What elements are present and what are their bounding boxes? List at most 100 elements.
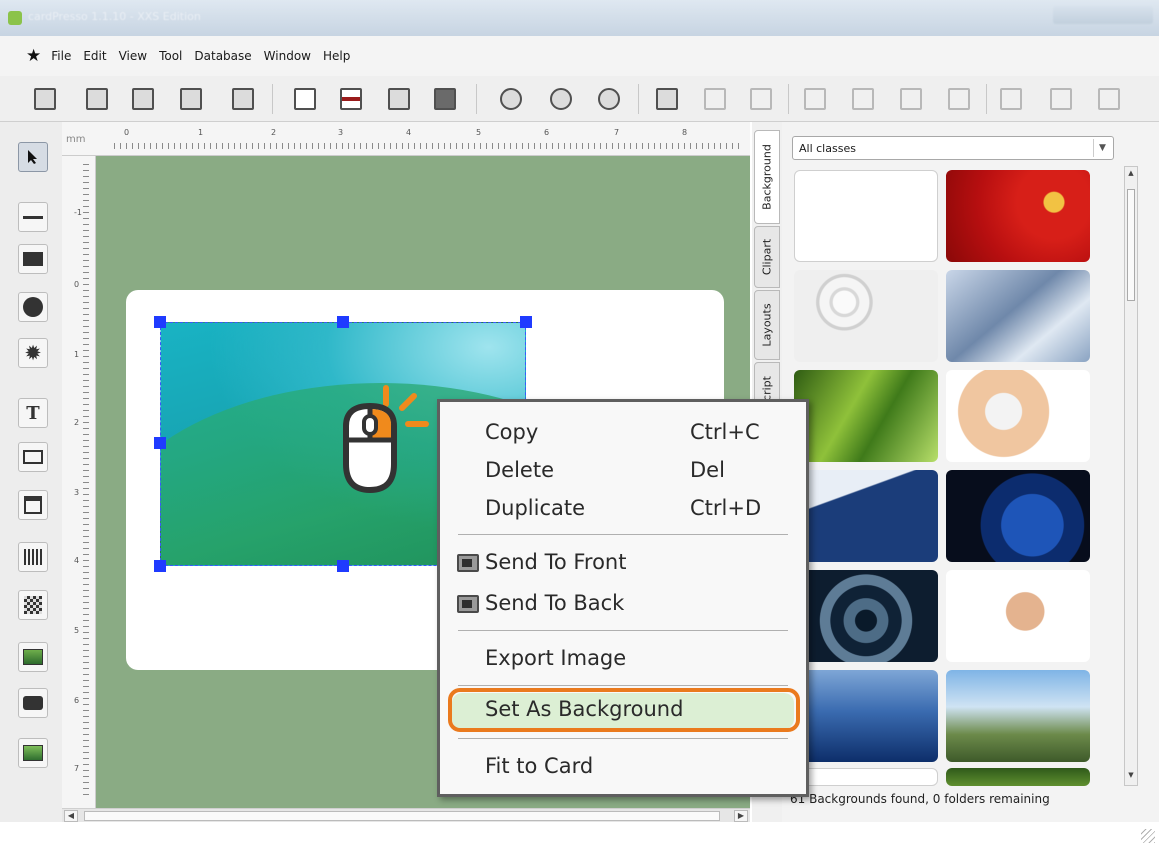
window-title: cardPresso 1.1.10 - XXS Edition: [28, 10, 201, 23]
selection-handle[interactable]: [154, 437, 166, 449]
calendar-tool-icon[interactable]: [18, 490, 48, 520]
menu-item-send-to-back[interactable]: Send To Back: [452, 587, 794, 623]
record-icon[interactable]: [746, 84, 776, 114]
background-thumbnail[interactable]: [794, 670, 938, 762]
scroll-thumb[interactable]: [84, 811, 720, 821]
class-filter-select[interactable]: All classes ▼: [792, 136, 1114, 160]
ruler-label: 7: [614, 128, 620, 137]
save-icon[interactable]: [128, 84, 158, 114]
zoom-out-icon[interactable]: [546, 84, 576, 114]
next-record-icon[interactable]: [896, 84, 926, 114]
background-thumbnail[interactable]: [946, 670, 1090, 762]
scroll-thumb[interactable]: [1127, 189, 1135, 301]
selection-handle[interactable]: [520, 316, 532, 328]
card-back-icon[interactable]: [336, 84, 366, 114]
field-tool-icon[interactable]: [18, 442, 48, 472]
encode-icon[interactable]: [430, 84, 460, 114]
scroll-right-icon[interactable]: ▶: [734, 810, 748, 822]
tab-label: Layouts: [760, 303, 774, 347]
menu-item-duplicate[interactable]: Duplicate Ctrl+D: [452, 492, 794, 528]
delete-record-icon[interactable]: [1094, 84, 1124, 114]
rectangle-tool-icon[interactable]: [18, 244, 48, 274]
thumbnails-scrollbar[interactable]: ▲ ▼: [1124, 166, 1138, 786]
horizontal-scrollbar[interactable]: ◀ ▶: [62, 808, 750, 822]
background-thumbnail[interactable]: [794, 768, 938, 786]
star-tool-icon[interactable]: ✹: [18, 338, 48, 368]
menu-item-fit-to-card[interactable]: Fit to Card: [452, 750, 794, 786]
chevron-down-icon[interactable]: ▼: [1093, 139, 1111, 157]
camera-tool-icon[interactable]: [18, 688, 48, 718]
tab-background[interactable]: Background: [754, 130, 780, 224]
background-thumbnail[interactable]: [794, 170, 938, 262]
text-tool-icon[interactable]: T: [18, 398, 48, 428]
ruler-label: 0: [124, 128, 130, 137]
window-controls[interactable]: [1053, 6, 1153, 24]
picture-tool-icon[interactable]: [18, 642, 48, 672]
background-thumbnail[interactable]: [794, 470, 938, 562]
barcode-tool-icon[interactable]: [18, 542, 48, 572]
background-thumbnail[interactable]: [794, 570, 938, 662]
resize-grip[interactable]: [1141, 829, 1155, 843]
selection-handle[interactable]: [337, 316, 349, 328]
menu-window[interactable]: Window: [264, 49, 311, 63]
tab-layouts[interactable]: Layouts: [754, 290, 780, 360]
card-front-icon[interactable]: [290, 84, 320, 114]
zoom-in-icon[interactable]: [496, 84, 526, 114]
line-tool-icon[interactable]: [18, 202, 48, 232]
menu-tool[interactable]: Tool: [159, 49, 182, 63]
scroll-down-icon[interactable]: ▼: [1126, 771, 1136, 783]
image-tool-icon[interactable]: [18, 738, 48, 768]
qrcode-tool-icon[interactable]: [18, 590, 48, 620]
title-bar: cardPresso 1.1.10 - XXS Edition: [0, 0, 1159, 36]
tab-clipart[interactable]: Clipart: [754, 226, 780, 288]
menu-item-export-image[interactable]: Export Image: [452, 642, 794, 678]
background-thumbnail[interactable]: [946, 768, 1090, 786]
menu-item-copy[interactable]: Copy Ctrl+C: [452, 416, 794, 452]
ruler-ticks: [83, 164, 89, 800]
first-record-icon[interactable]: [800, 84, 830, 114]
menu-edit[interactable]: Edit: [83, 49, 106, 63]
ellipse-tool-icon[interactable]: [18, 292, 48, 322]
toolbar-separator: [986, 84, 987, 114]
menu-item-send-to-front[interactable]: Send To Front: [452, 546, 794, 582]
refresh-icon[interactable]: [996, 84, 1026, 114]
print-icon[interactable]: [228, 84, 258, 114]
selection-handle[interactable]: [337, 560, 349, 572]
background-thumbnail[interactable]: [946, 270, 1090, 362]
background-thumbnail[interactable]: [946, 370, 1090, 462]
add-record-icon[interactable]: [1046, 84, 1076, 114]
menu-item-shortcut: Ctrl+D: [690, 496, 762, 520]
save-as-icon[interactable]: [176, 84, 206, 114]
mouse-click-icon: [343, 385, 429, 494]
background-thumbnail[interactable]: [794, 270, 938, 362]
main-toolbar: [0, 76, 1159, 122]
background-thumbnail[interactable]: [946, 570, 1090, 662]
favorite-star-icon[interactable]: ★: [26, 46, 41, 66]
scroll-up-icon[interactable]: ▲: [1126, 169, 1136, 181]
new-card-icon[interactable]: [30, 84, 60, 114]
scroll-left-icon[interactable]: ◀: [64, 810, 78, 822]
menu-item-label: Delete: [485, 458, 554, 482]
print-preview-icon[interactable]: [384, 84, 414, 114]
menu-item-delete[interactable]: Delete Del: [452, 454, 794, 490]
menu-separator: [458, 630, 788, 631]
menu-item-label: Export Image: [485, 646, 627, 670]
import-icon[interactable]: [652, 84, 682, 114]
menu-file[interactable]: File: [51, 49, 71, 63]
background-thumbnail[interactable]: [946, 170, 1090, 262]
open-icon[interactable]: [82, 84, 112, 114]
background-thumbnail[interactable]: [946, 470, 1090, 562]
last-record-icon[interactable]: [944, 84, 974, 114]
export-icon[interactable]: [700, 84, 730, 114]
select-tool-icon[interactable]: [18, 142, 48, 172]
background-thumbnail[interactable]: [794, 370, 938, 462]
menu-help[interactable]: Help: [323, 49, 350, 63]
ruler-label: 8: [682, 128, 688, 137]
selection-handle[interactable]: [154, 316, 166, 328]
menu-database[interactable]: Database: [194, 49, 251, 63]
selection-handle[interactable]: [154, 560, 166, 572]
zoom-fit-icon[interactable]: [594, 84, 624, 114]
prev-record-icon[interactable]: [848, 84, 878, 114]
menu-item-set-as-background[interactable]: Set As Background: [452, 693, 794, 729]
menu-view[interactable]: View: [119, 49, 147, 63]
